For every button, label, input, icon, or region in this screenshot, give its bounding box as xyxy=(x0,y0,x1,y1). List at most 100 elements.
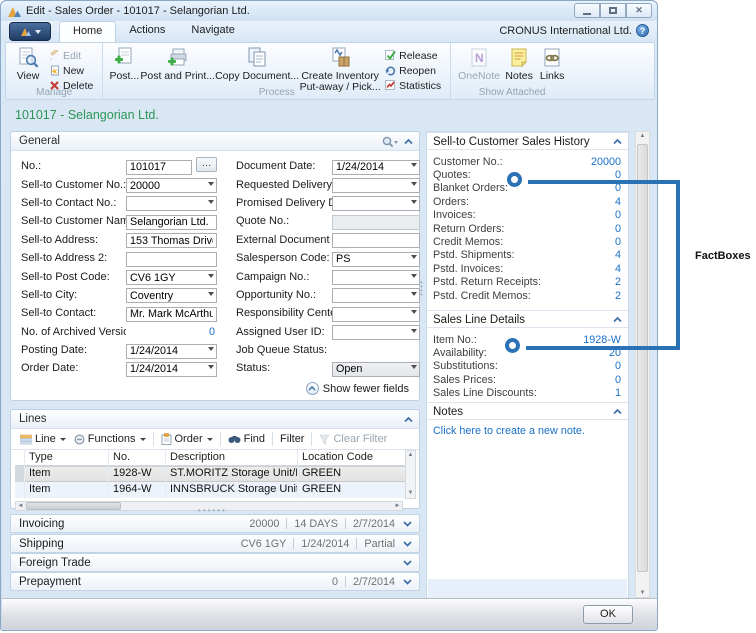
help-icon[interactable]: ? xyxy=(636,24,649,37)
factbox-value-link[interactable]: 4 xyxy=(615,249,621,261)
expand-chevron-down-icon[interactable] xyxy=(403,579,412,585)
post-and-print-button[interactable]: Post and Print... xyxy=(140,45,215,82)
functions-menu-button[interactable]: Functions xyxy=(70,430,150,448)
dropdown-arrow-icon[interactable] xyxy=(208,365,214,369)
factbox-value-link[interactable]: 0 xyxy=(615,236,621,248)
table-row[interactable]: Item 1928-W ST.MORITZ Storage Unit/Drawe… xyxy=(15,466,406,482)
scrollbar-thumb[interactable] xyxy=(26,502,121,510)
expand-chevron-down-icon[interactable] xyxy=(403,560,412,566)
clear-filter-button[interactable]: Clear Filter xyxy=(315,430,391,448)
sell-to-city-input[interactable] xyxy=(126,288,217,303)
collapse-chevron-up-icon[interactable] xyxy=(613,317,622,323)
dropdown-arrow-icon[interactable] xyxy=(411,163,417,167)
factbox-value-link[interactable]: 2 xyxy=(615,276,621,288)
dropdown-arrow-icon[interactable] xyxy=(411,200,417,204)
view-button[interactable]: View xyxy=(11,45,45,82)
dropdown-arrow-icon[interactable] xyxy=(411,365,417,369)
scrollbar-thumb[interactable] xyxy=(637,144,648,572)
factbox-value-link[interactable]: 1 xyxy=(615,387,621,399)
scroll-left-icon[interactable]: ◄ xyxy=(16,502,25,510)
order-date-input[interactable] xyxy=(126,362,217,377)
fasttab-shipping[interactable]: Shipping CV6 1GY 1/24/2014 Partial xyxy=(10,534,420,553)
column-header-type[interactable]: Type xyxy=(25,450,109,466)
scroll-up-icon[interactable]: ▲ xyxy=(408,451,414,460)
scroll-up-icon[interactable]: ▲ xyxy=(636,133,649,139)
factbox-sales-line-details-header[interactable]: Sales Line Details xyxy=(427,310,628,328)
dropdown-arrow-icon[interactable] xyxy=(411,329,417,333)
post-button[interactable]: Post... xyxy=(108,45,140,82)
cell-location-code[interactable]: GREEN xyxy=(298,482,401,498)
dropdown-arrow-icon[interactable] xyxy=(208,292,214,296)
links-button[interactable]: Links xyxy=(536,45,568,82)
requested-delivery-date-input[interactable] xyxy=(332,178,420,193)
row-selector[interactable] xyxy=(15,482,25,498)
tab-navigate[interactable]: Navigate xyxy=(178,21,247,42)
factbox-value-link[interactable]: 0 xyxy=(615,374,621,386)
responsibility-center-input[interactable] xyxy=(332,307,420,322)
new-button[interactable]: New xyxy=(45,63,97,78)
factbox-value-link[interactable]: 20000 xyxy=(591,156,621,168)
release-button[interactable]: Release xyxy=(381,48,445,63)
sell-to-address-2-input[interactable] xyxy=(126,252,217,267)
titlebar[interactable]: Edit - Sales Order - 101017 - Selangoria… xyxy=(1,1,657,21)
posting-date-input[interactable] xyxy=(126,344,217,359)
collapse-chevron-up-icon[interactable] xyxy=(404,417,413,423)
dropdown-arrow-icon[interactable] xyxy=(208,182,214,186)
column-header-location-code[interactable]: Location Code xyxy=(298,450,401,466)
minimize-button[interactable] xyxy=(574,3,600,18)
grid-vertical-scrollbar[interactable]: ▲ ▼ xyxy=(405,450,416,499)
opportunity-no-input[interactable] xyxy=(332,288,420,303)
factbox-value-link[interactable]: 0 xyxy=(615,182,621,194)
sell-to-customer-name-input[interactable] xyxy=(126,215,217,230)
edit-button[interactable]: Edit xyxy=(45,48,97,63)
assigned-user-id-input[interactable] xyxy=(332,325,420,340)
factbox-value-link[interactable]: 0 xyxy=(615,360,621,372)
external-document-no-input[interactable] xyxy=(332,233,420,248)
dropdown-arrow-icon[interactable] xyxy=(411,182,417,186)
lines-fasttab-header[interactable]: Lines xyxy=(11,410,419,429)
dropdown-arrow-icon[interactable] xyxy=(208,200,214,204)
cell-no[interactable]: 1964-W xyxy=(109,482,166,498)
close-button[interactable]: ✕ xyxy=(626,3,652,18)
line-menu-button[interactable]: Line xyxy=(16,430,70,448)
fasttab-invoicing[interactable]: Invoicing 20000 14 DAYS 2/7/2014 xyxy=(10,514,420,533)
assist-edit-button[interactable]: … xyxy=(196,157,217,172)
salesperson-code-input[interactable] xyxy=(332,252,420,267)
expand-chevron-down-icon[interactable] xyxy=(403,521,412,527)
column-header-description[interactable]: Description xyxy=(166,450,298,466)
cell-description[interactable]: INNSBRUCK Storage Unit/G.Door xyxy=(166,482,298,498)
collapse-chevron-up-icon[interactable] xyxy=(613,139,622,145)
factbox-value-link[interactable]: 0 xyxy=(615,209,621,221)
notes-button[interactable]: Notes xyxy=(502,45,536,82)
factbox-splitter-handle[interactable]: •••• xyxy=(420,281,424,297)
filter-button[interactable]: Filter xyxy=(276,430,308,448)
no-input[interactable] xyxy=(126,160,192,175)
find-button[interactable]: Find xyxy=(224,430,269,448)
dropdown-arrow-icon[interactable] xyxy=(208,347,214,351)
row-selector[interactable] xyxy=(15,466,25,482)
order-menu-button[interactable]: Order xyxy=(157,430,217,448)
archived-versions-link[interactable]: 0 xyxy=(126,326,217,338)
copy-document-button[interactable]: Copy Document... xyxy=(215,45,299,82)
factbox-sales-history-header[interactable]: Sell-to Customer Sales History xyxy=(427,132,628,150)
factbox-notes-header[interactable]: Notes xyxy=(427,402,628,420)
general-fasttab-header[interactable]: General xyxy=(11,132,419,151)
factbox-value-link[interactable]: 4 xyxy=(615,263,621,275)
tab-actions[interactable]: Actions xyxy=(116,21,178,42)
dropdown-arrow-icon[interactable] xyxy=(411,292,417,296)
dropdown-arrow-icon[interactable] xyxy=(411,255,417,259)
dropdown-arrow-icon[interactable] xyxy=(411,310,417,314)
tab-home[interactable]: Home xyxy=(59,21,116,42)
factbox-value-link[interactable]: 0 xyxy=(615,223,621,235)
show-fewer-fields-button[interactable]: Show fewer fields xyxy=(306,382,409,395)
factbox-value-link[interactable]: 2 xyxy=(615,290,621,302)
cell-location-code[interactable]: GREEN xyxy=(298,466,401,482)
campaign-no-input[interactable] xyxy=(332,270,420,285)
promised-delivery-date-input[interactable] xyxy=(332,196,420,211)
application-menu-button[interactable] xyxy=(9,22,51,41)
sell-to-contact-no-input[interactable] xyxy=(126,196,217,211)
status-input[interactable] xyxy=(332,362,420,377)
sell-to-contact-input[interactable] xyxy=(126,307,217,322)
scroll-down-icon[interactable]: ▼ xyxy=(636,590,649,596)
fasttab-prepayment[interactable]: Prepayment 0 2/7/2014 xyxy=(10,572,420,591)
